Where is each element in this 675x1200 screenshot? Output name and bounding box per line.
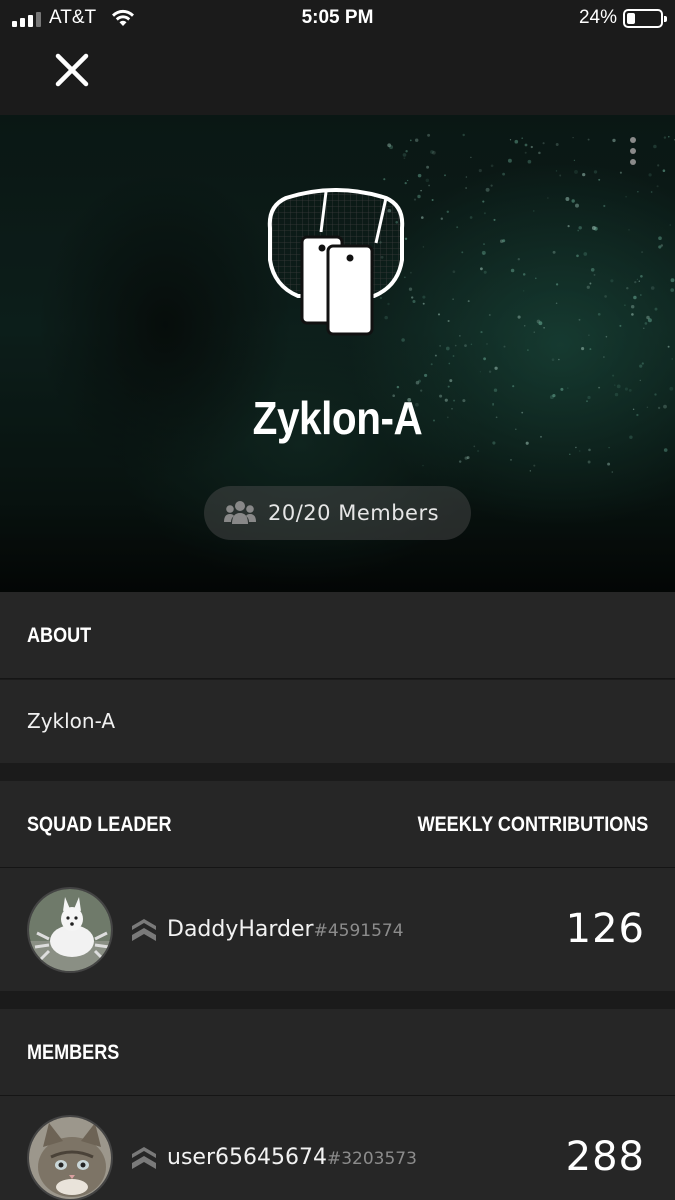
close-button[interactable] bbox=[50, 48, 94, 92]
members-count-badge[interactable]: 20/20 Members bbox=[204, 486, 471, 540]
squad-leader-section-header: SQUAD LEADER WEEKLY CONTRIBUTIONS bbox=[0, 781, 675, 868]
user-tag: #3203573 bbox=[326, 1149, 417, 1169]
more-options-button[interactable] bbox=[621, 133, 645, 169]
squad-hero-banner: Zyklon-A 20/20 Members bbox=[0, 115, 675, 592]
squad-leader-header: SQUAD LEADER bbox=[27, 813, 172, 836]
battery-icon bbox=[623, 9, 667, 28]
weekly-contributions-header: WEEKLY CONTRIBUTIONS bbox=[417, 813, 648, 836]
more-vertical-icon-dot bbox=[630, 159, 636, 165]
member-name[interactable]: user65645674#3203573 bbox=[167, 1096, 417, 1200]
about-section-body: Zyklon-A bbox=[0, 680, 675, 763]
rank-chevron-icon bbox=[132, 919, 156, 941]
about-text: Zyklon-A bbox=[27, 709, 116, 733]
section-divider bbox=[0, 763, 675, 781]
group-icon bbox=[224, 501, 256, 524]
avatar bbox=[27, 887, 113, 973]
section-divider bbox=[0, 991, 675, 1009]
about-section-header: ABOUT bbox=[0, 592, 675, 679]
status-time: 5:05 PM bbox=[301, 7, 374, 28]
weekly-contributions-value: 126 bbox=[565, 906, 645, 952]
members-count-label: 20/20 Members bbox=[268, 501, 440, 525]
rank-chevron-icon bbox=[132, 1147, 156, 1169]
squad-name: Zyklon-A bbox=[252, 392, 423, 444]
username: user65645674 bbox=[167, 1145, 327, 1170]
dog-tags-emblem-icon bbox=[267, 188, 405, 336]
user-tag: #4591574 bbox=[313, 921, 404, 941]
battery-level bbox=[627, 13, 635, 24]
top-nav-bar bbox=[0, 38, 675, 115]
member-row[interactable]: user65645674#3203573 288 bbox=[0, 1096, 675, 1200]
weekly-contributions-value: 288 bbox=[565, 1134, 645, 1180]
status-bar: AT&T 5:05 PM 24% bbox=[0, 0, 675, 38]
members-section-header: MEMBERS bbox=[0, 1009, 675, 1096]
username: DaddyHarder bbox=[167, 917, 314, 942]
squad-leader-row[interactable]: DaddyHarder#4591574 126 bbox=[0, 868, 675, 991]
close-icon bbox=[55, 53, 89, 87]
battery-percent: 24% bbox=[578, 7, 617, 28]
more-vertical-icon-dot bbox=[630, 148, 636, 154]
squad-leader-name[interactable]: DaddyHarder#4591574 bbox=[167, 868, 404, 993]
members-header: MEMBERS bbox=[27, 1041, 120, 1064]
about-header: ABOUT bbox=[27, 624, 92, 647]
more-vertical-icon-dot bbox=[630, 137, 636, 143]
avatar bbox=[27, 1115, 113, 1200]
